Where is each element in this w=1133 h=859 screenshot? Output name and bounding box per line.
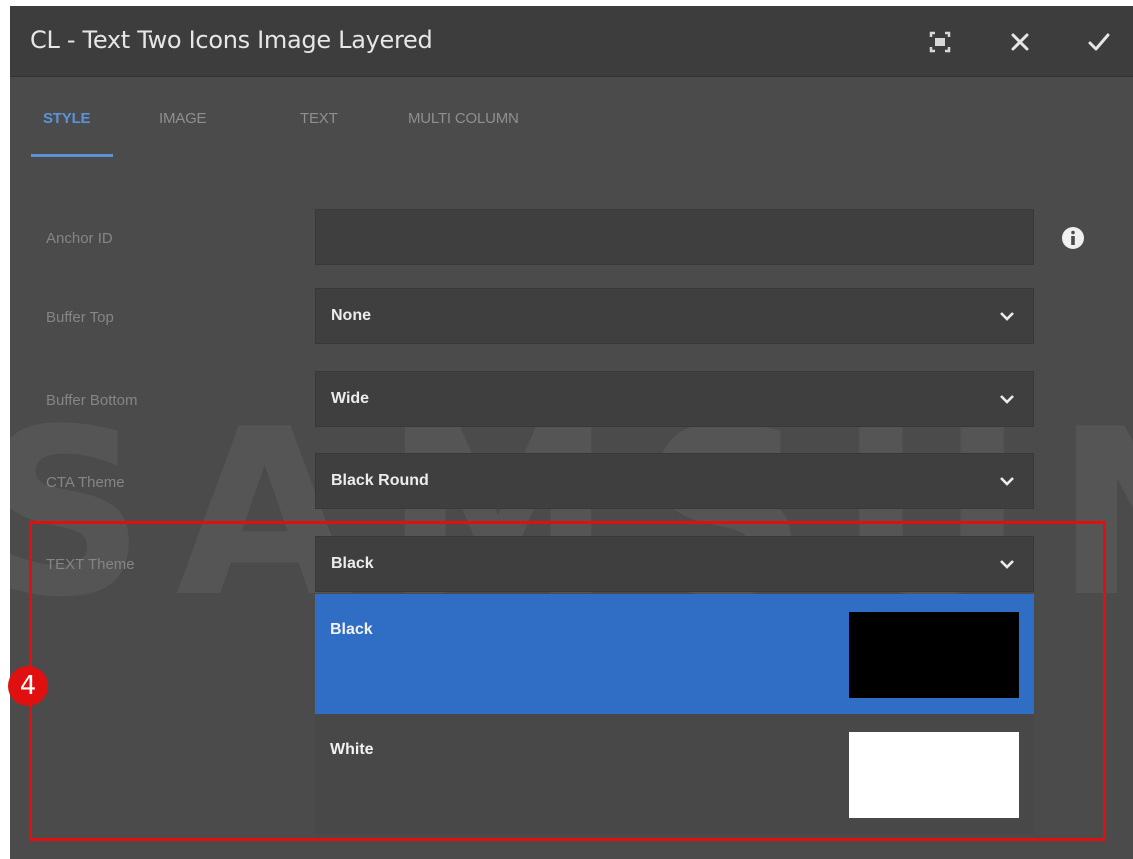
chevron-down-icon: [1000, 477, 1014, 486]
check-icon[interactable]: [1085, 28, 1113, 56]
chevron-down-icon: [1000, 395, 1014, 404]
dialog: SAMSUNG CL - Text Two Icons Image Layere…: [10, 6, 1133, 859]
buffer-bottom-select[interactable]: Wide: [315, 371, 1034, 427]
active-tab-indicator: [31, 154, 113, 157]
fullscreen-icon[interactable]: [926, 28, 954, 56]
cta-theme-select[interactable]: Black Round: [315, 453, 1034, 509]
color-swatch-white: [849, 732, 1019, 818]
chevron-down-icon: [1000, 312, 1014, 321]
cta-theme-value: Black Round: [331, 472, 429, 489]
chevron-down-icon: [1000, 560, 1014, 569]
option-white[interactable]: White: [315, 714, 1034, 834]
tab-image[interactable]: IMAGE: [159, 110, 207, 127]
buffer-bottom-label: Buffer Bottom: [46, 392, 138, 409]
buffer-top-select[interactable]: None: [315, 288, 1034, 344]
cta-theme-label: CTA Theme: [46, 474, 125, 491]
tab-bar: STYLE IMAGE TEXT MULTI COLUMN: [10, 76, 1133, 166]
text-theme-value: Black: [331, 555, 374, 572]
text-theme-label: TEXT Theme: [46, 556, 135, 573]
option-black[interactable]: Black: [315, 594, 1034, 714]
title-bar: CL - Text Two Icons Image Layered: [10, 6, 1133, 77]
option-label: White: [330, 741, 374, 758]
text-theme-dropdown: Black White: [315, 594, 1034, 834]
step-badge: 4: [8, 666, 48, 706]
tab-style[interactable]: STYLE: [43, 110, 91, 127]
anchor-id-label: Anchor ID: [46, 230, 113, 247]
text-theme-select[interactable]: Black: [315, 536, 1034, 592]
tab-multi-column[interactable]: MULTI COLUMN: [408, 110, 519, 127]
close-icon[interactable]: [1006, 28, 1034, 56]
buffer-top-value: None: [331, 307, 371, 324]
info-icon[interactable]: [1061, 226, 1085, 250]
buffer-bottom-value: Wide: [331, 390, 370, 407]
color-swatch-black: [849, 612, 1019, 698]
tab-text[interactable]: TEXT: [300, 110, 338, 127]
anchor-id-input[interactable]: [315, 209, 1034, 265]
option-label: Black: [330, 621, 373, 638]
buffer-top-label: Buffer Top: [46, 309, 114, 326]
dialog-title: CL - Text Two Icons Image Layered: [30, 26, 433, 54]
